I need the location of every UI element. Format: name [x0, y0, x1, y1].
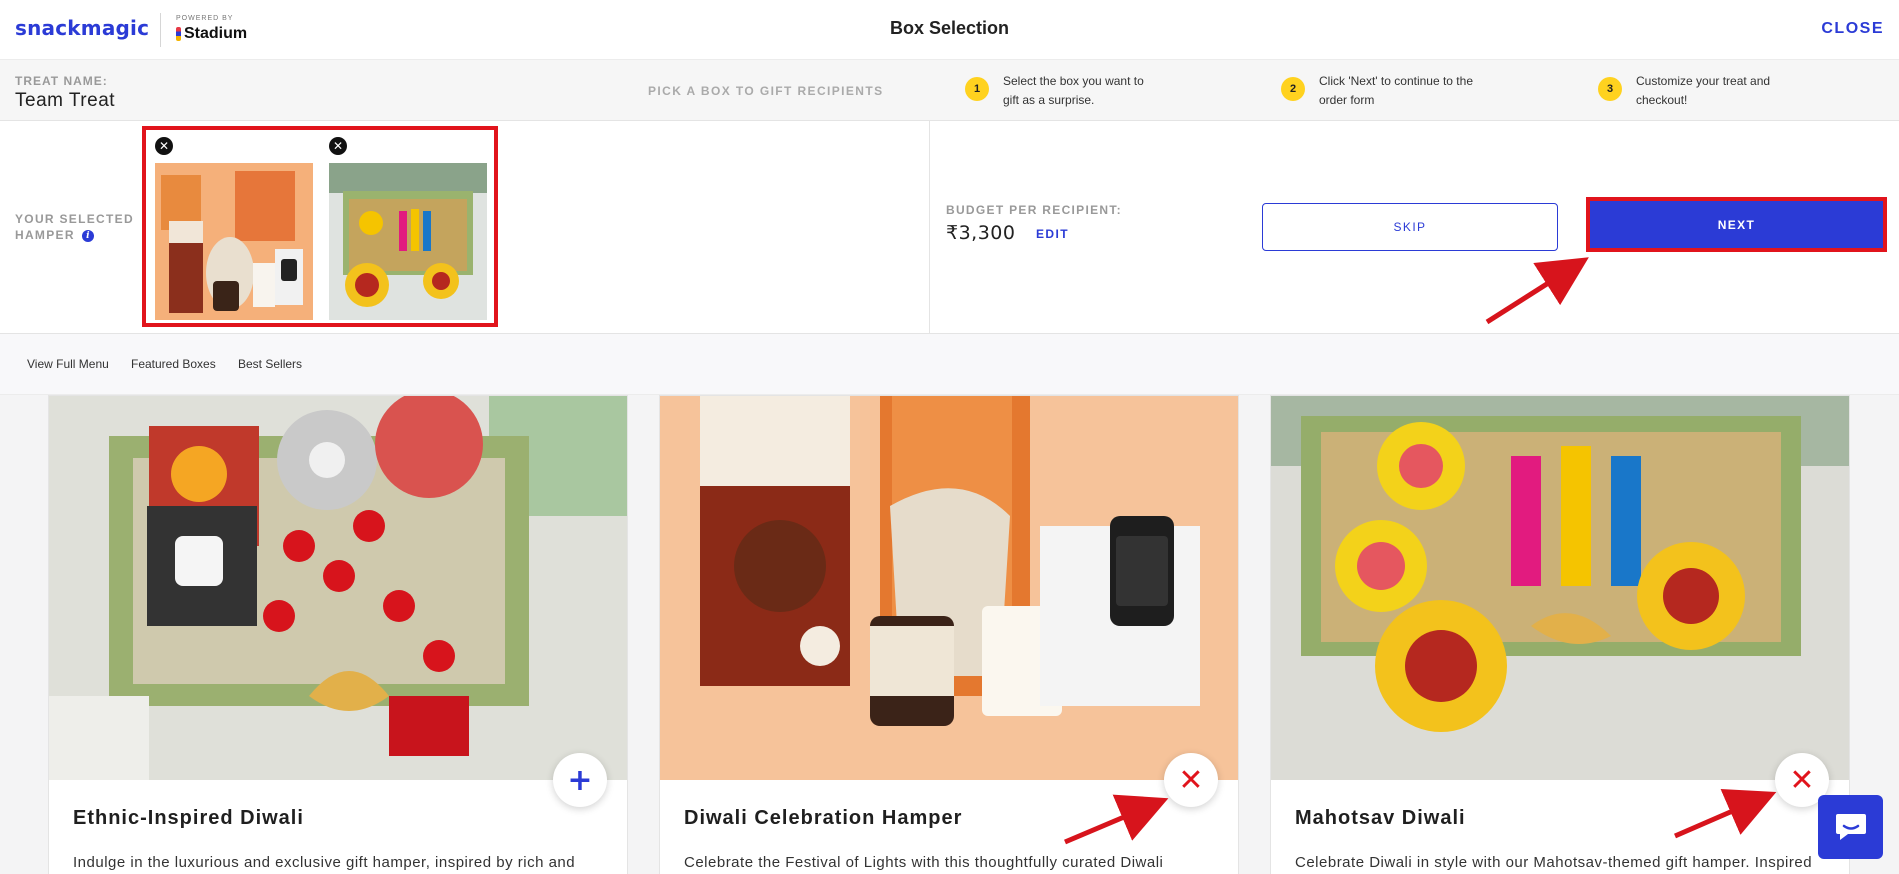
step-3: 3 Customize your treat and checkout!: [1598, 72, 1796, 110]
product-title: Mahotsav Diwali: [1295, 807, 1466, 829]
close-button[interactable]: CLOSE: [1821, 20, 1884, 38]
treat-name-label: TREAT NAME:: [15, 74, 108, 88]
remove-from-selection-button[interactable]: ✕: [1164, 753, 1218, 807]
selected-hamper-row: YOUR SELECTED HAMPER i ✕ ✕ BUDGET PER RE…: [0, 121, 1899, 334]
top-header: snackmagic POWERED BY Stadium Box Select…: [0, 0, 1899, 60]
selected-hamper-label-line1: YOUR SELECTED: [15, 212, 134, 226]
row-divider: [929, 121, 930, 334]
product-grid: + Ethnic-Inspired Diwali Indulge in the …: [0, 395, 1899, 874]
chat-support-button[interactable]: [1818, 795, 1883, 859]
step-text: Click 'Next' to continue to the order fo…: [1319, 74, 1473, 107]
page-title: Box Selection: [889, 18, 1010, 38]
hamper-photo-2: [329, 163, 487, 320]
step-number-badge: 1: [965, 77, 989, 101]
hamper-photo-mahotsav: [1271, 396, 1849, 780]
hamper-photo-celebration: [660, 396, 1238, 780]
product-image: [1271, 396, 1849, 780]
category-nav: View Full Menu Featured Boxes Best Selle…: [0, 334, 1899, 395]
selected-hamper-label-line2: HAMPER: [15, 228, 75, 242]
step-2: 2 Click 'Next' to continue to the order …: [1281, 72, 1479, 110]
remove-selected-hamper-2-icon[interactable]: ✕: [329, 137, 347, 155]
chat-bubble-icon: [1835, 814, 1866, 840]
nav-featured-boxes[interactable]: Featured Boxes: [131, 357, 216, 371]
next-button-highlight: NEXT: [1586, 197, 1887, 252]
selected-hamper-label: YOUR SELECTED HAMPER i: [15, 211, 134, 243]
product-card-ethnic-inspired-diwali[interactable]: + Ethnic-Inspired Diwali Indulge in the …: [48, 395, 628, 874]
nav-best-sellers[interactable]: Best Sellers: [238, 357, 302, 371]
treat-info-bar: TREAT NAME: Team Treat PICK A BOX TO GIF…: [0, 60, 1899, 121]
pick-box-instruction: PICK A BOX TO GIFT RECIPIENTS: [648, 84, 884, 98]
product-image: [49, 396, 627, 780]
product-description: Celebrate Diwali in style with our Mahot…: [1295, 854, 1813, 871]
treat-name-value: Team Treat: [15, 90, 116, 111]
remove-selected-hamper-1-icon[interactable]: ✕: [155, 137, 173, 155]
add-to-selection-button[interactable]: +: [553, 753, 607, 807]
budget-value: ₹3,300: [946, 222, 1016, 244]
next-button[interactable]: NEXT: [1590, 201, 1883, 248]
product-title: Diwali Celebration Hamper: [684, 807, 963, 829]
product-card-mahotsav-diwali[interactable]: ✕ Mahotsav Diwali Celebrate Diwali in st…: [1270, 395, 1850, 874]
product-image: [660, 396, 1238, 780]
selected-hamper-thumbnail-2: [329, 163, 487, 320]
step-text: Customize your treat and checkout!: [1636, 74, 1771, 107]
selected-hamper-highlight: ✕ ✕: [142, 126, 498, 327]
product-description: Celebrate the Festival of Lights with th…: [684, 854, 1164, 871]
selected-hamper-thumbnail-1: [155, 163, 313, 320]
product-title: Ethnic-Inspired Diwali: [73, 807, 304, 829]
hamper-photo-ethnic: [49, 396, 627, 780]
step-number-badge: 2: [1281, 77, 1305, 101]
skip-button[interactable]: SKIP: [1262, 203, 1558, 251]
nav-view-full-menu[interactable]: View Full Menu: [27, 357, 109, 371]
edit-budget-link[interactable]: EDIT: [1036, 227, 1069, 241]
step-text: Select the box you want to gift as a sur…: [1003, 74, 1144, 107]
product-description: Indulge in the luxurious and exclusive g…: [73, 854, 576, 871]
budget-per-recipient-label: BUDGET PER RECIPIENT:: [946, 203, 1122, 217]
step-1: 1 Select the box you want to gift as a s…: [965, 72, 1163, 110]
hamper-photo-1: [155, 163, 313, 320]
product-card-diwali-celebration-hamper[interactable]: ✕ Diwali Celebration Hamper Celebrate th…: [659, 395, 1239, 874]
step-number-badge: 3: [1598, 77, 1622, 101]
info-icon[interactable]: i: [82, 229, 95, 242]
